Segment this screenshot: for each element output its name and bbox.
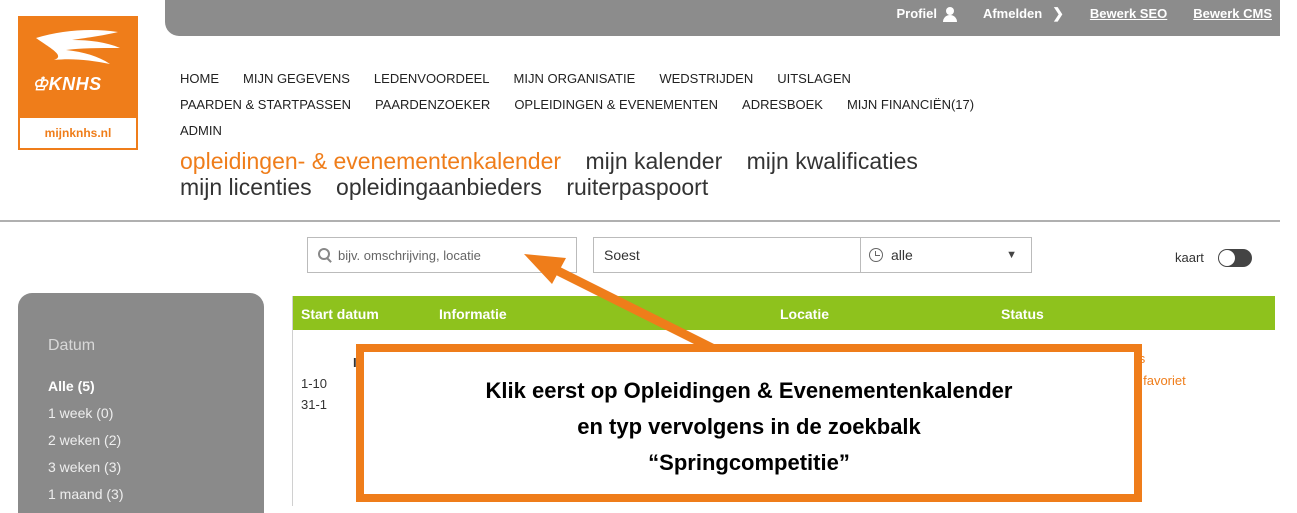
annotation-arrow-icon bbox=[524, 254, 715, 353]
